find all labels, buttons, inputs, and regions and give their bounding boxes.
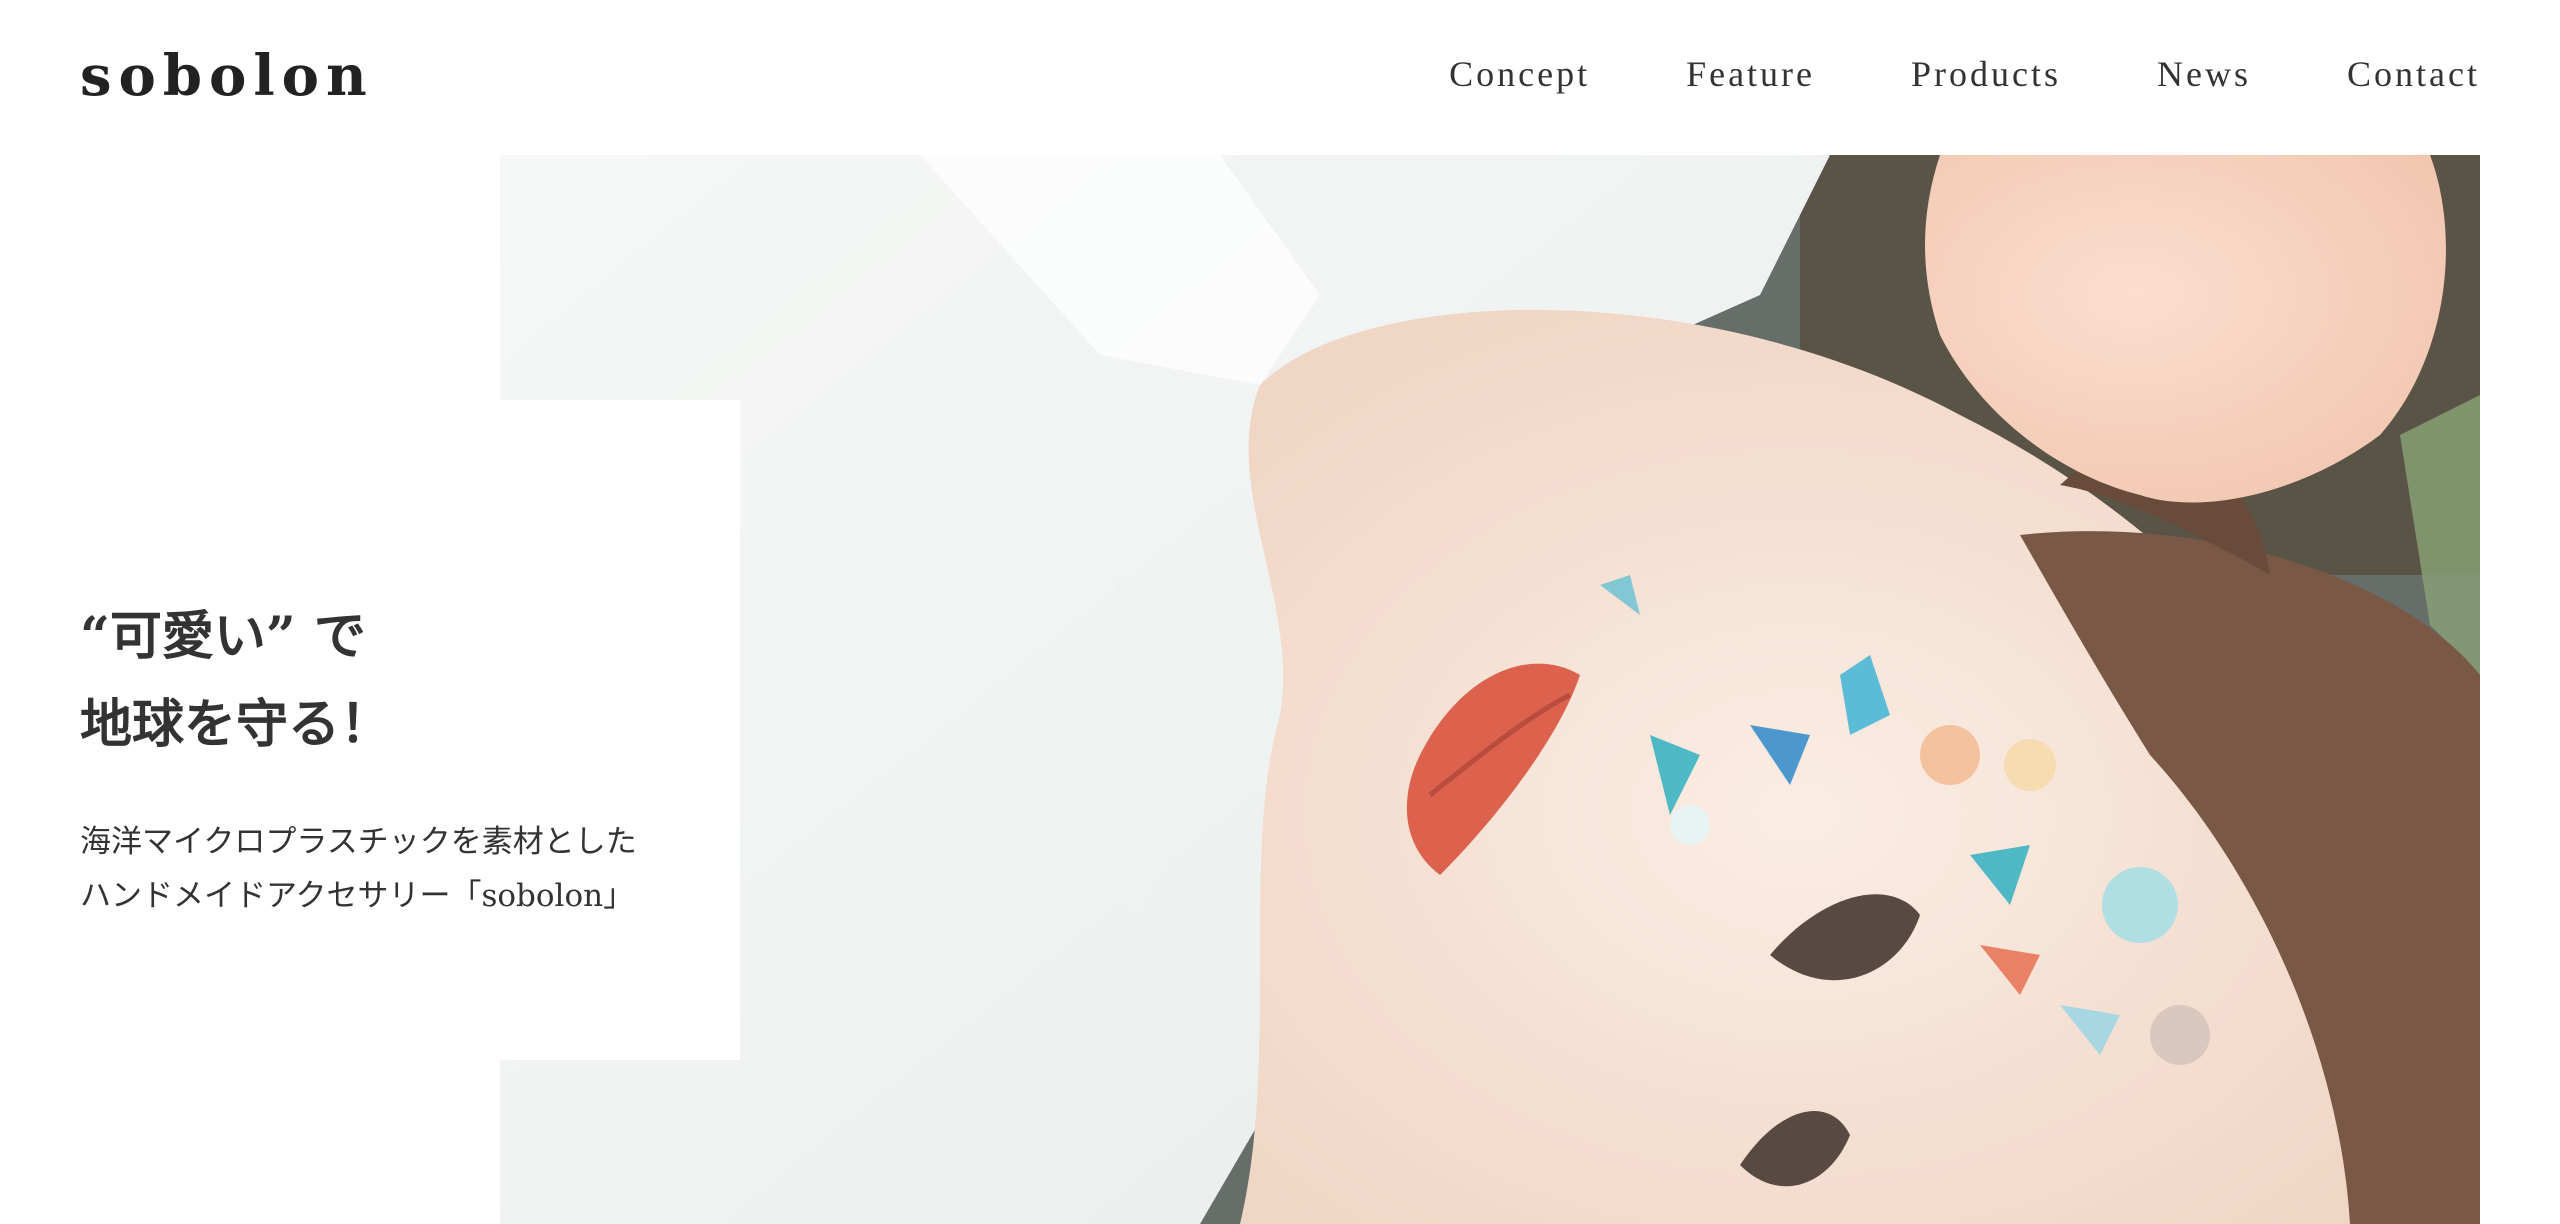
hero-photo: [500, 155, 2480, 1224]
nav-contact[interactable]: Contact: [2347, 56, 2480, 92]
nav-concept[interactable]: Concept: [1449, 56, 1590, 92]
hero-headline: “可愛い” で 地球を守る！: [80, 593, 392, 769]
hero-photo-illustration: [500, 155, 2480, 1224]
hero-headline-line-1: “可愛い” で: [80, 606, 366, 667]
nav-products[interactable]: Products: [1911, 56, 2061, 92]
hero-description: 海洋マイクロプラスチックを素材とした ハンドメイドアクセサリー「sobolon」: [80, 815, 637, 923]
site-logo[interactable]: sobolon: [80, 48, 374, 104]
hero-description-line-2: ハンドメイドアクセサリー「sobolon」: [80, 878, 635, 914]
nav-feature[interactable]: Feature: [1686, 56, 1815, 92]
nav-news[interactable]: News: [2157, 56, 2251, 92]
site-header: sobolon Concept Feature Products News Co…: [0, 0, 2560, 155]
hero-headline-line-2: 地球を守る！: [80, 694, 393, 755]
main-nav: Concept Feature Products News Contact: [1449, 56, 2480, 92]
hero-description-line-1: 海洋マイクロプラスチックを素材とした: [80, 824, 637, 860]
